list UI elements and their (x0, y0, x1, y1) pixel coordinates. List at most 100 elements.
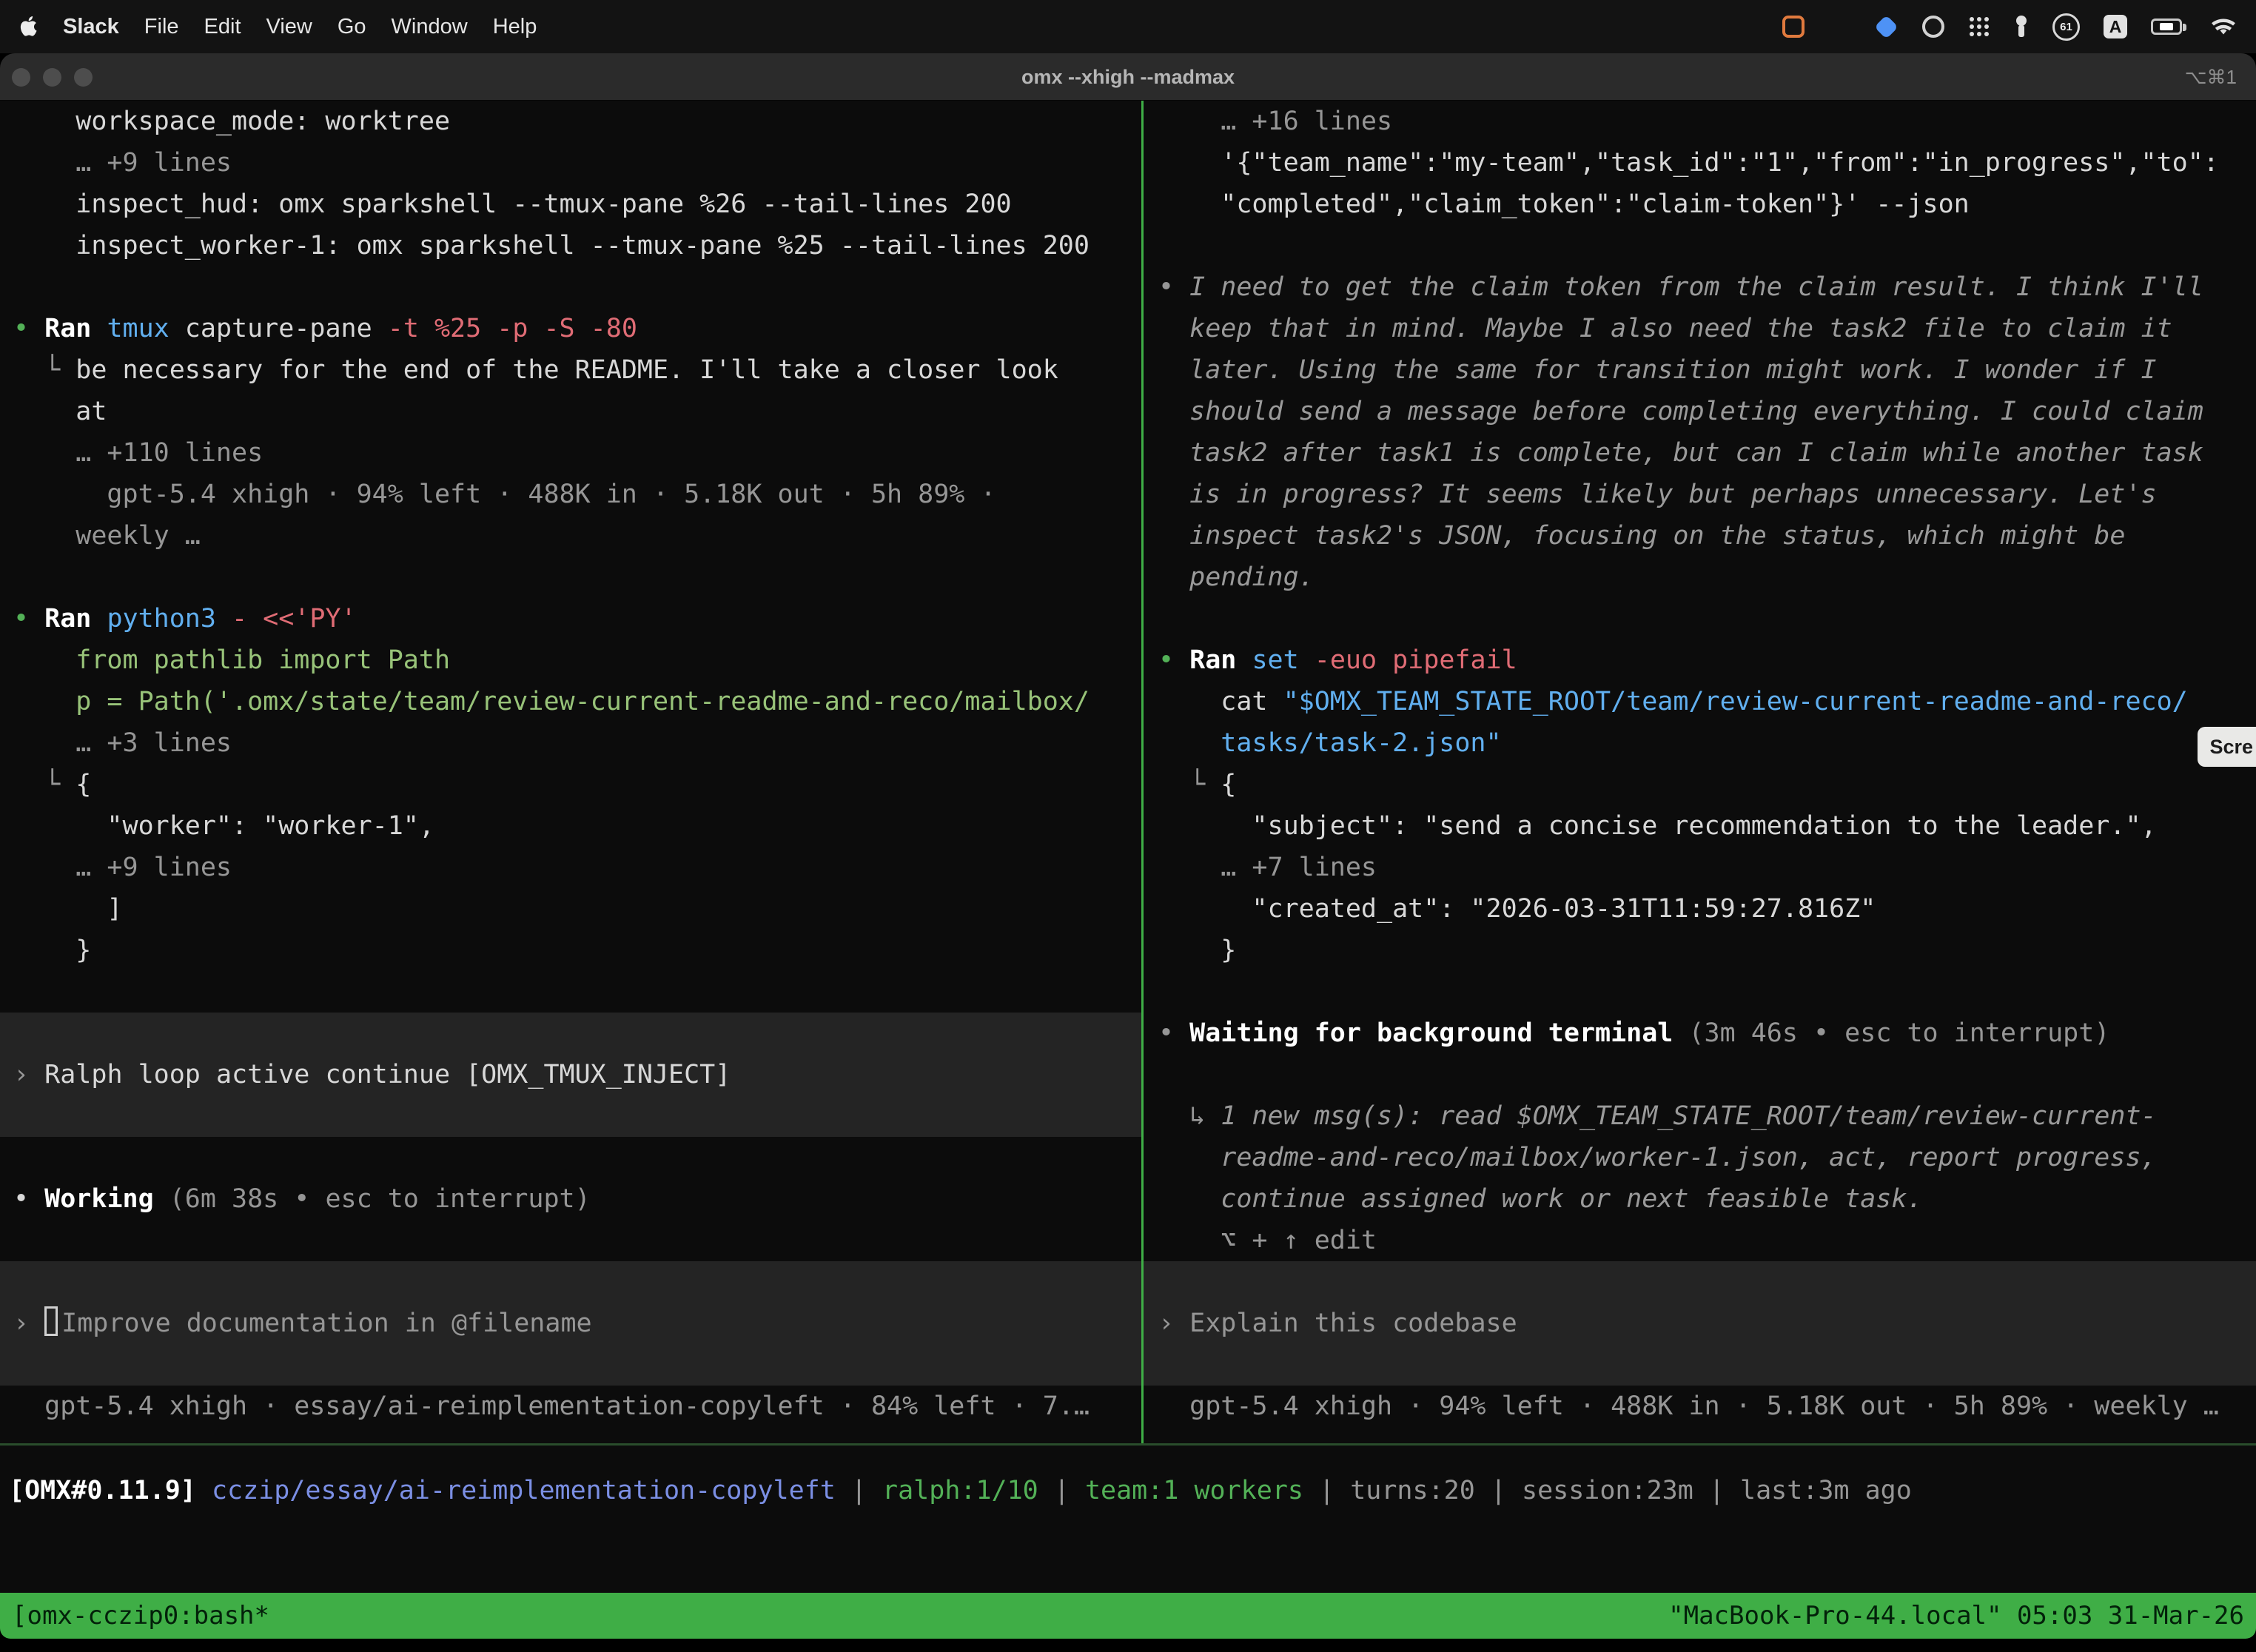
terminal-line: • Ran set -euo pipefail (1144, 639, 2256, 681)
text-cursor (44, 1306, 58, 1336)
terminal-line: task2 after task1 is complete, but can I… (1144, 432, 2256, 474)
left-pane[interactable]: workspace_mode: worktree … +9 lines insp… (0, 101, 1141, 1443)
tmux-host-clock-label: "MacBook-Pro-44.local" 05:03 31-Mar-26 (1668, 1601, 2244, 1631)
menu-app-name[interactable]: Slack (63, 15, 119, 39)
terminal-line (0, 1013, 1141, 1054)
terminal-line: from pathlib import Path (0, 639, 1141, 681)
window-title: omx --xhigh --madmax (0, 53, 2256, 101)
tmux-session-window-label[interactable]: [omx-cczip0:bash* (12, 1601, 269, 1631)
battery-icon[interactable] (2151, 19, 2182, 35)
terminal-line: '{"team_name":"my-team","task_id":"1","f… (1144, 142, 2256, 184)
terminal-line: ⌥ + ↑ edit (1144, 1220, 2256, 1261)
terminal-line: ↳ 1 new msg(s): read $OMX_TEAM_STATE_ROO… (1144, 1095, 2256, 1137)
terminal-line: • Ran tmux capture-pane -t %25 -p -S -80 (0, 308, 1141, 349)
terminal-line: inspect_hud: omx sparkshell --tmux-pane … (0, 184, 1141, 225)
screen-share-overlay: Scre (2198, 727, 2256, 767)
terminal-line (1144, 1054, 2256, 1095)
menu-items: File Edit View Go Window Help (144, 15, 537, 39)
terminal-line: inspect_worker-1: omx sparkshell --tmux-… (0, 225, 1141, 266)
right-pane[interactable]: … +16 lines '{"team_name":"my-team","tas… (1144, 101, 2256, 1443)
terminal-line (1144, 1344, 2256, 1386)
terminal-line: later. Using the same for transition mig… (1144, 349, 2256, 391)
menu-bar: Slack File Edit View Go Window Help 61 A (0, 0, 2256, 53)
terminal-line: • Waiting for background terminal (3m 46… (1144, 1013, 2256, 1054)
screen: Slack File Edit View Go Window Help 61 A (0, 0, 2256, 1652)
menu-bar-left: Slack File Edit View Go Window Help (19, 15, 537, 39)
tmux-status-bar: [omx-cczip0:bash* "MacBook-Pro-44.local"… (0, 1593, 2256, 1639)
terminal-line (0, 557, 1141, 598)
terminal-line: gpt-5.4 xhigh · essay/ai-reimplementatio… (0, 1386, 1141, 1427)
terminal-line: … +110 lines (0, 432, 1141, 474)
terminal-line: at (0, 391, 1141, 432)
terminal-line: … +9 lines (0, 847, 1141, 888)
terminal-line: › Improve documentation in @filename (0, 1303, 1141, 1344)
terminal-line: └ { (1144, 764, 2256, 805)
omx-status-line: [OMX#0.11.9] cczip/essay/ai-reimplementa… (0, 1470, 2256, 1511)
terminal-line: is in progress? It seems likely but perh… (1144, 474, 2256, 515)
title-bar: omx --xhigh --madmax ⌥⌘1 (0, 53, 2256, 101)
terminal-line: › Ralph loop active continue [OMX_TMUX_I… (0, 1054, 1141, 1095)
terminal-line (1144, 1261, 2256, 1303)
wifi-icon[interactable] (2210, 16, 2237, 37)
terminal-line: inspect task2's JSON, focusing on the st… (1144, 515, 2256, 557)
terminal-line (0, 266, 1141, 308)
menu-item-view[interactable]: View (266, 15, 312, 39)
menu-item-edit[interactable]: Edit (204, 15, 241, 39)
dots-grid-icon[interactable] (1968, 16, 1990, 38)
apple-menu-icon[interactable] (19, 16, 38, 38)
menu-bar-status-area: 61 A (1782, 13, 2237, 41)
terminal-window: omx --xhigh --madmax ⌥⌘1 workspace_mode:… (0, 53, 2256, 1639)
terminal-line: gpt-5.4 xhigh · 94% left · 488K in · 5.1… (1144, 1386, 2256, 1427)
terminal-line: … +7 lines (1144, 847, 2256, 888)
raycast-icon[interactable] (1874, 19, 1899, 36)
terminal-line: continue assigned work or next feasible … (1144, 1178, 2256, 1220)
terminal-line: keep that in mind. Maybe I also need the… (1144, 308, 2256, 349)
terminal-line (0, 1137, 1141, 1178)
terminal-line: weekly … (0, 515, 1141, 557)
terminal-line: … +9 lines (0, 142, 1141, 184)
terminal-content: workspace_mode: worktree … +9 lines insp… (0, 101, 2256, 1593)
window-grid-icon[interactable] (1828, 16, 1850, 38)
menu-item-go[interactable]: Go (338, 15, 366, 39)
keyhole-icon[interactable] (2014, 16, 2029, 38)
terminal-line: └ be necessary for the end of the README… (0, 349, 1141, 391)
terminal-line: "completed","claim_token":"claim-token"}… (1144, 184, 2256, 225)
input-source-icon[interactable]: A (2104, 15, 2127, 38)
menu-item-file[interactable]: File (144, 15, 179, 39)
terminal-line: tasks/task-2.json" (1144, 722, 2256, 764)
terminal-line: "created_at": "2026-03-31T11:59:27.816Z" (1144, 888, 2256, 930)
terminal-line: } (0, 930, 1141, 971)
terminal-line (1144, 971, 2256, 1013)
dark-circle-icon[interactable] (1922, 16, 1944, 38)
terminal-line: cat "$OMX_TEAM_STATE_ROOT/team/review-cu… (1144, 681, 2256, 722)
terminal-line: … +16 lines (1144, 101, 2256, 142)
terminal-line: • Ran python3 - <<'PY' (0, 598, 1141, 639)
terminal-line: • Working (6m 38s • esc to interrupt) (0, 1178, 1141, 1220)
terminal-line: pending. (1144, 557, 2256, 598)
battery-gauge-icon[interactable]: 61 (2052, 13, 2080, 41)
terminal-line: "worker": "worker-1", (0, 805, 1141, 847)
terminal-line (0, 971, 1141, 1013)
terminal-line (1144, 225, 2256, 266)
menu-item-window[interactable]: Window (392, 15, 468, 39)
terminal-line: gpt-5.4 xhigh · 94% left · 488K in · 5.1… (0, 474, 1141, 515)
terminal-line: ] (0, 888, 1141, 930)
terminal-line (1144, 598, 2256, 639)
window-shortcut-hint: ⌥⌘1 (2185, 53, 2237, 101)
pane-horizontal-border (0, 1443, 2256, 1446)
terminal-line: • I need to get the claim token from the… (1144, 266, 2256, 308)
terminal-line: "subject": "send a concise recommendatio… (1144, 805, 2256, 847)
terminal-line (0, 1344, 1141, 1386)
menu-item-help[interactable]: Help (493, 15, 537, 39)
terminal-line (0, 1261, 1141, 1303)
terminal-line: } (1144, 930, 2256, 971)
terminal-line (0, 1095, 1141, 1137)
terminal-line: workspace_mode: worktree (0, 101, 1141, 142)
terminal-line: p = Path('.omx/state/team/review-current… (0, 681, 1141, 722)
terminal-line: readme-and-reco/mailbox/worker-1.json, a… (1144, 1137, 2256, 1178)
terminal-line (0, 1220, 1141, 1261)
screen-recording-icon[interactable] (1782, 16, 1805, 38)
terminal-line: … +3 lines (0, 722, 1141, 764)
terminal-line: └ { (0, 764, 1141, 805)
terminal-line: › Explain this codebase (1144, 1303, 2256, 1344)
